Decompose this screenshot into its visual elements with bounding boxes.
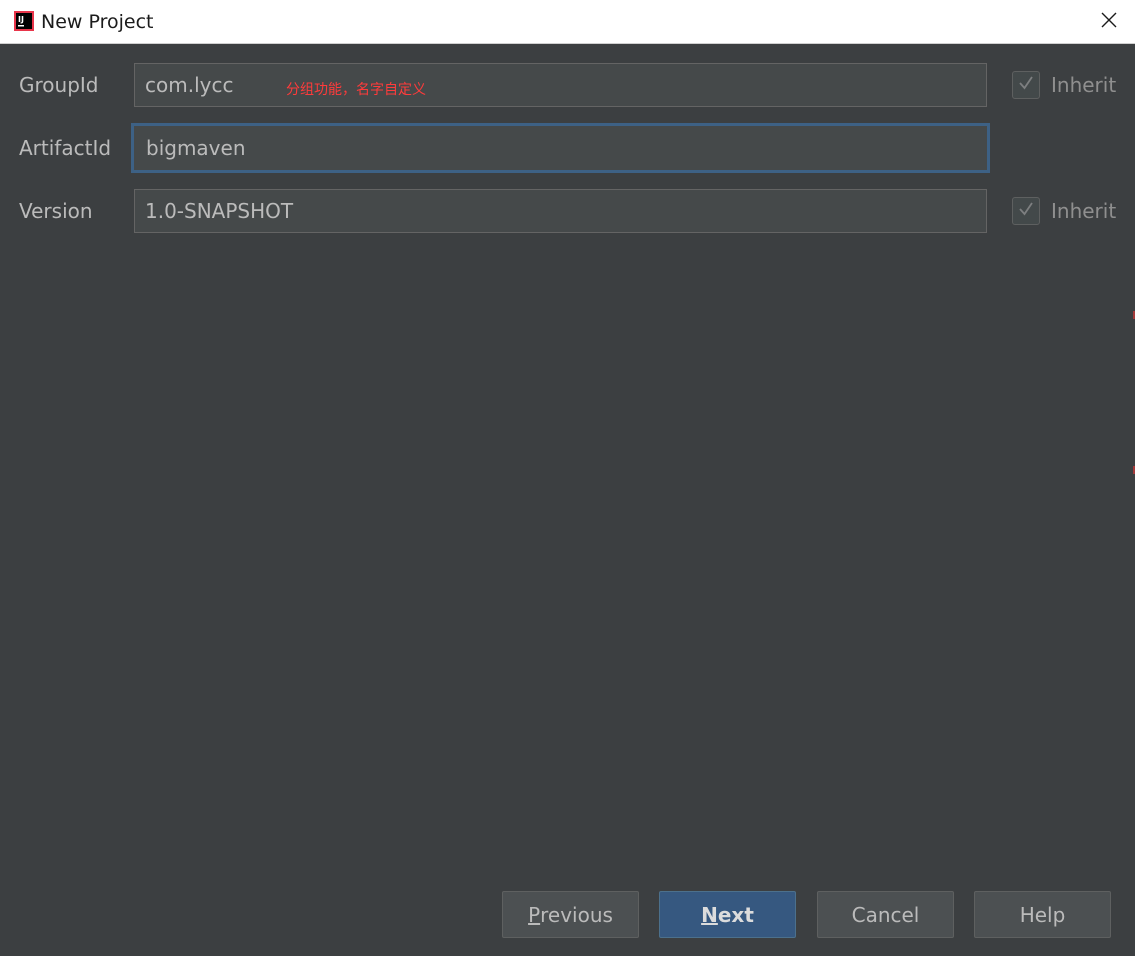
close-button[interactable]: [1083, 0, 1135, 44]
next-mnemonic: N: [701, 902, 718, 927]
previous-mnemonic: P: [528, 902, 541, 927]
close-icon: [1100, 11, 1118, 33]
next-label: ext: [717, 902, 754, 927]
cancel-button[interactable]: Cancel: [817, 891, 954, 938]
version-input[interactable]: [134, 189, 987, 233]
groupid-input[interactable]: [134, 63, 987, 107]
version-inherit-label: Inherit: [1051, 199, 1117, 223]
new-project-dialog: IJ New Project GroupId 分组功能，名字自定义 Inheri…: [0, 0, 1135, 956]
groupid-inherit-label: Inherit: [1051, 73, 1117, 97]
next-button[interactable]: Next: [659, 891, 796, 938]
svg-text:IJ: IJ: [18, 15, 24, 24]
groupid-label: GroupId: [19, 73, 99, 97]
artifactid-label: ArtifactId: [19, 136, 112, 160]
intellij-idea-icon: IJ: [14, 11, 34, 31]
previous-button[interactable]: Previous: [502, 891, 639, 938]
version-label: Version: [19, 199, 93, 223]
window-title: New Project: [41, 11, 154, 33]
version-inherit-checkbox[interactable]: [1012, 197, 1040, 225]
previous-label: revious: [540, 902, 613, 927]
groupid-hint-annotation: 分组功能，名字自定义: [286, 82, 426, 98]
help-button[interactable]: Help: [974, 891, 1111, 938]
title-bar: IJ New Project: [0, 0, 1135, 44]
checkmark-icon: [1016, 199, 1036, 223]
groupid-inherit-checkbox[interactable]: [1012, 71, 1040, 99]
checkmark-icon: [1016, 73, 1036, 97]
artifactid-input[interactable]: [131, 123, 990, 173]
